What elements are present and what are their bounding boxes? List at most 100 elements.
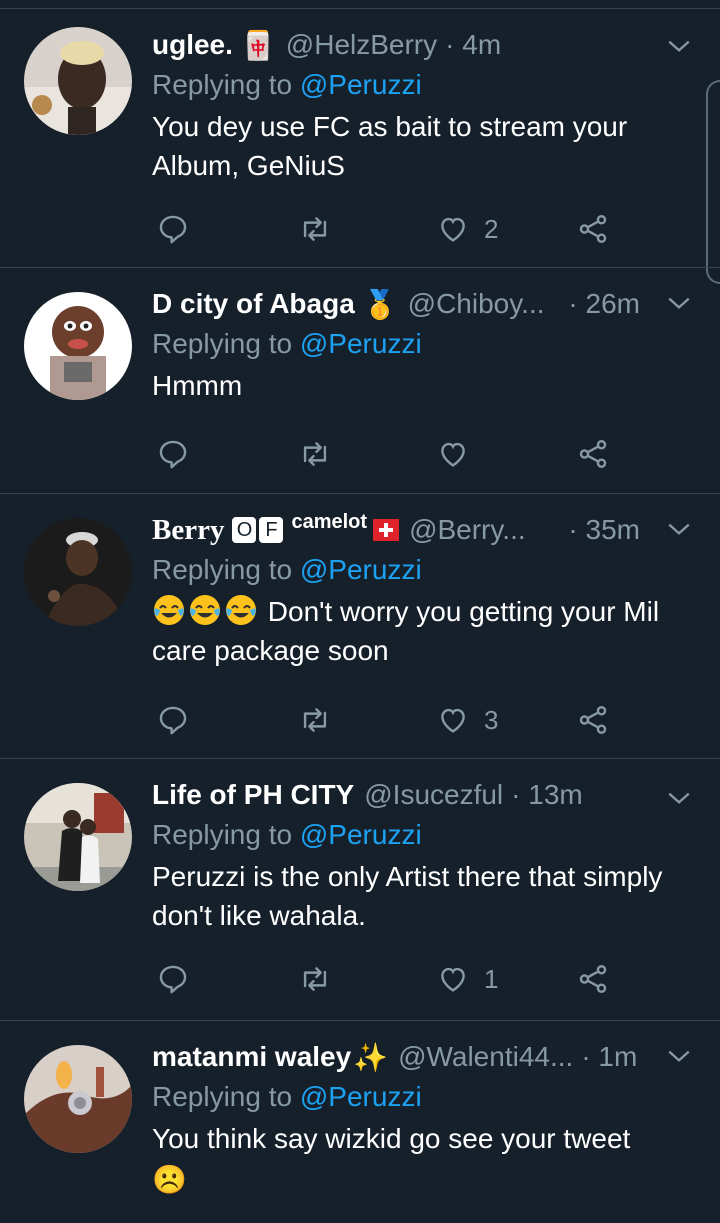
retweet-button[interactable] [298,700,332,740]
tweet-item[interactable]: Berry O F camelot @Berry... · 35m Replyi… [0,494,720,759]
display-name[interactable]: uglee. [152,29,233,61]
tweet-header: Life of PH CITY @Isucezful · 13m [152,775,700,815]
retweet-icon [303,442,327,466]
share-icon [579,215,607,243]
tweet-item[interactable]: matanmi waley ✨ @Walenti44... · 1m Reply… [0,1021,720,1221]
timestamp[interactable]: · 1m [581,1041,637,1073]
timestamp[interactable]: · 4m [445,29,501,61]
share-button[interactable] [576,959,610,999]
tweet-header: uglee. 🀄 @HelzBerry · 4m [152,25,700,65]
tweet-item[interactable]: D city of Abaga 🥇 @Chiboy... · 26m Reply… [0,268,720,494]
tweet-text: You think say wizkid go see your tweet [152,1123,631,1154]
like-button[interactable]: 3 [436,700,498,740]
tears-of-joy-emoji-icon [226,595,256,625]
like-icon [441,442,465,467]
avatar[interactable] [24,783,132,891]
display-name[interactable]: matanmi waley [152,1041,351,1073]
tweet-actions: 1 [152,959,622,999]
swiss-flag-icon [373,519,400,541]
display-name[interactable]: Life of PH CITY [152,779,354,811]
sparkles-emoji-icon: ✨ [353,1041,389,1073]
share-button[interactable] [576,209,610,249]
replying-prefix: Replying to [152,328,300,359]
share-icon [579,706,607,734]
replying-prefix: Replying to [152,1081,300,1112]
like-count: 3 [484,704,499,735]
avatar[interactable] [24,1045,132,1153]
reply-button[interactable] [156,434,190,474]
like-button[interactable] [436,434,484,474]
laughing-emoji-icons [152,595,268,627]
mention-link[interactable]: @Peruzzi [300,554,422,585]
replying-to-line: Replying to @Peruzzi [152,65,700,105]
replying-prefix: Replying to [152,819,300,850]
avatar[interactable] [24,292,132,400]
tears-of-joy-emoji-icon [154,595,184,625]
handle[interactable]: @Isucezful [364,779,503,811]
tweet-body: Berry O F camelot @Berry... · 35m Replyi… [152,510,700,670]
chevron-down-icon[interactable] [666,33,692,59]
tweet-body: uglee. 🀄 @HelzBerry · 4m Replying to @Pe… [152,25,700,185]
mention-link[interactable]: @Peruzzi [300,1081,422,1112]
chevron-down-icon[interactable] [666,1043,692,1069]
chevron-down-icon[interactable] [666,516,692,542]
reply-button[interactable] [156,700,190,740]
reply-button[interactable] [156,209,190,249]
handle[interactable]: @Berry... [409,514,526,546]
name-badge-emoji: 🀄 [240,29,276,61]
share-button[interactable] [576,434,610,474]
retweet-button[interactable] [298,209,332,249]
name-badge: O F [232,517,284,543]
badge-letter-o: O [232,517,257,543]
handle[interactable]: @Chiboy... [408,288,545,320]
tweet-header: Berry O F camelot @Berry... · 35m [152,510,700,550]
handle[interactable]: @HelzBerry [286,29,437,61]
timestamp[interactable]: · 35m [568,514,640,546]
like-button[interactable]: 2 [436,209,498,249]
handle[interactable]: @Walenti44... [398,1041,573,1073]
retweet-icon [303,708,327,732]
like-icon [441,708,465,733]
mention-link[interactable]: @Peruzzi [300,328,422,359]
chevron-down-icon[interactable] [666,785,692,811]
replying-to-line: Replying to @Peruzzi [152,815,700,855]
tweet-item[interactable]: Life of PH CITY @Isucezful · 13m Replyin… [0,759,720,1021]
share-icon [579,965,607,993]
mention-link[interactable]: @Peruzzi [300,69,422,100]
retweet-button[interactable] [298,434,332,474]
name-badge-emoji: 🥇 [362,288,398,320]
replying-to-line: Replying to @Peruzzi [152,324,700,364]
mention-link[interactable]: @Peruzzi [300,819,422,850]
display-name[interactable]: Berry [152,514,224,547]
tweet-actions: 2 [152,209,622,249]
avatar[interactable] [24,518,132,626]
timestamp[interactable]: · 26m [568,288,640,320]
tweet-actions: 3 [152,700,622,740]
tweet-text: Hmmm [152,370,243,401]
tweet-body: Life of PH CITY @Isucezful · 13m Replyin… [152,775,700,935]
retweet-icon [303,217,327,241]
share-button[interactable] [576,700,610,740]
like-button[interactable]: 1 [436,959,498,999]
replying-to-line: Replying to @Peruzzi [152,1077,700,1117]
reply-icon [159,440,187,469]
tweet-body: D city of Abaga 🥇 @Chiboy... · 26m Reply… [152,284,700,405]
replying-to-line: Replying to @Peruzzi [152,550,700,590]
retweet-button[interactable] [298,959,332,999]
reply-button[interactable] [156,959,190,999]
like-count: 1 [484,963,499,994]
display-name[interactable]: D city of Abaga [152,288,355,320]
reply-icon [159,965,187,994]
tweet-body: matanmi waley ✨ @Walenti44... · 1m Reply… [152,1037,700,1199]
like-count: 2 [484,213,499,244]
tweet-item[interactable]: uglee. 🀄 @HelzBerry · 4m Replying to @Pe… [0,9,720,268]
chevron-down-icon[interactable] [666,290,692,316]
like-icon [441,217,465,242]
avatar[interactable] [24,27,132,135]
tweet-text: Peruzzi is the only Artist there that si… [152,861,663,931]
replying-prefix: Replying to [152,554,300,585]
reply-icon [159,706,187,735]
timestamp[interactable]: · 13m [511,779,583,811]
retweet-icon [303,967,327,991]
name-suffix: camelot [291,510,368,533]
